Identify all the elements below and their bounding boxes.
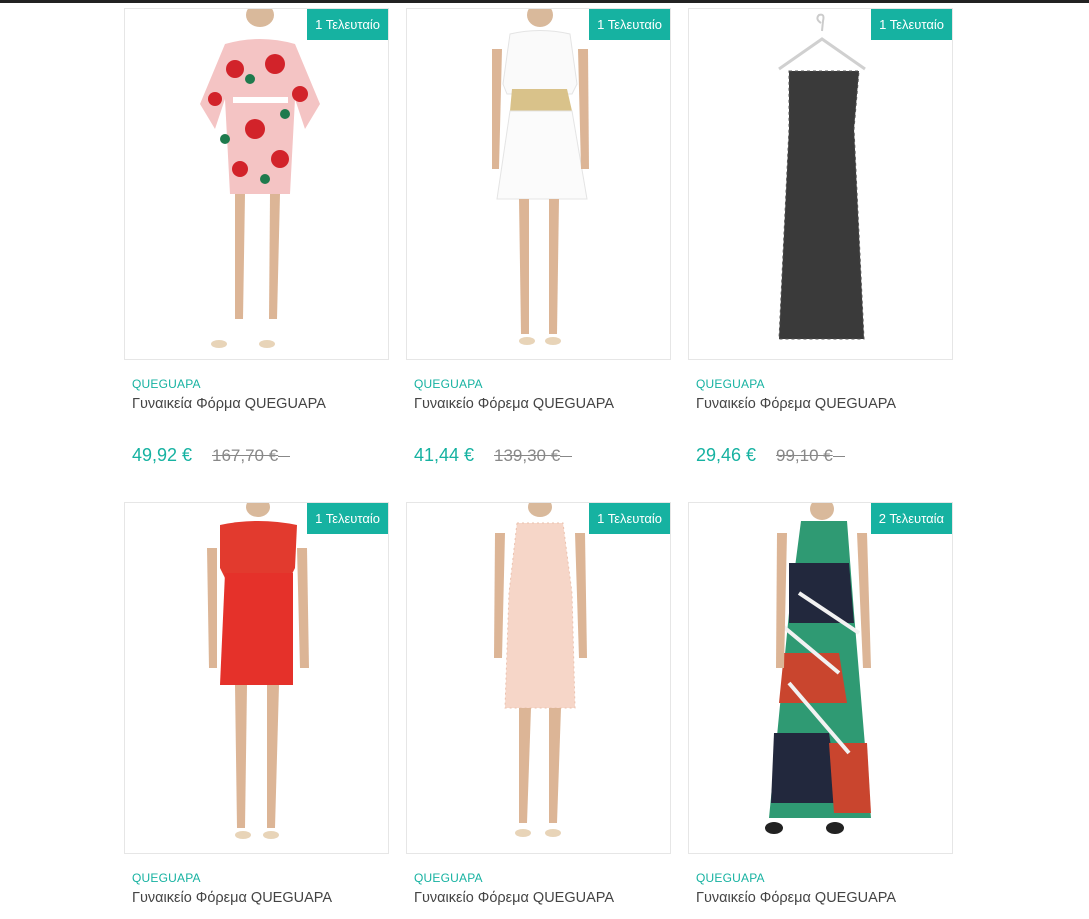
stock-badge: 1 Τελευταίο — [871, 9, 952, 40]
product-brand[interactable]: QUEGUAPA — [414, 871, 483, 885]
product-title[interactable]: Γυναικείο Φόρεμα QUEGUAPA — [414, 396, 614, 412]
product-title[interactable]: Γυναικείο Φόρεμα QUEGUAPA — [696, 890, 896, 906]
stock-badge: 1 Τελευταίο — [589, 9, 670, 40]
product-price: 41,44 € — [414, 445, 475, 465]
stock-badge: 1 Τελευταίο — [307, 9, 388, 40]
product-old-price: 139,30 € — [494, 446, 572, 466]
product-title[interactable]: Γυναικείο Φόρεμα QUEGUAPA — [414, 890, 614, 906]
stock-badge: 1 Τελευταίο — [307, 503, 388, 534]
product-brand[interactable]: QUEGUAPA — [132, 377, 201, 391]
product-brand[interactable]: QUEGUAPA — [696, 377, 765, 391]
product-brand[interactable]: QUEGUAPA — [132, 871, 201, 885]
product-title[interactable]: Γυναικείο Φόρεμα QUEGUAPA — [132, 890, 332, 906]
product-image[interactable]: 1 Τελευταίο — [124, 502, 389, 854]
product-image[interactable]: 1 Τελευταίο — [124, 8, 389, 360]
product-old-price: 99,10 € — [776, 446, 845, 466]
product-image[interactable]: 1 Τελευταίο — [406, 8, 671, 360]
top-bar — [0, 0, 1089, 3]
product-image[interactable]: 1 Τελευταίο — [406, 502, 671, 854]
product-brand[interactable]: QUEGUAPA — [414, 377, 483, 391]
product-image[interactable]: 2 Τελευταία — [688, 502, 953, 854]
stock-badge: 2 Τελευταία — [870, 503, 952, 534]
product-old-price: 167,70 € — [212, 446, 290, 466]
product-price: 49,92 € — [132, 445, 193, 465]
product-price: 29,46 € — [696, 445, 757, 465]
product-image[interactable]: 1 Τελευταίο — [688, 8, 953, 360]
product-brand[interactable]: QUEGUAPA — [696, 871, 765, 885]
product-title[interactable]: Γυναικείο Φόρεμα QUEGUAPA — [696, 396, 896, 412]
product-title[interactable]: Γυναικεία Φόρμα QUEGUAPA — [132, 396, 326, 412]
stock-badge: 1 Τελευταίο — [589, 503, 670, 534]
